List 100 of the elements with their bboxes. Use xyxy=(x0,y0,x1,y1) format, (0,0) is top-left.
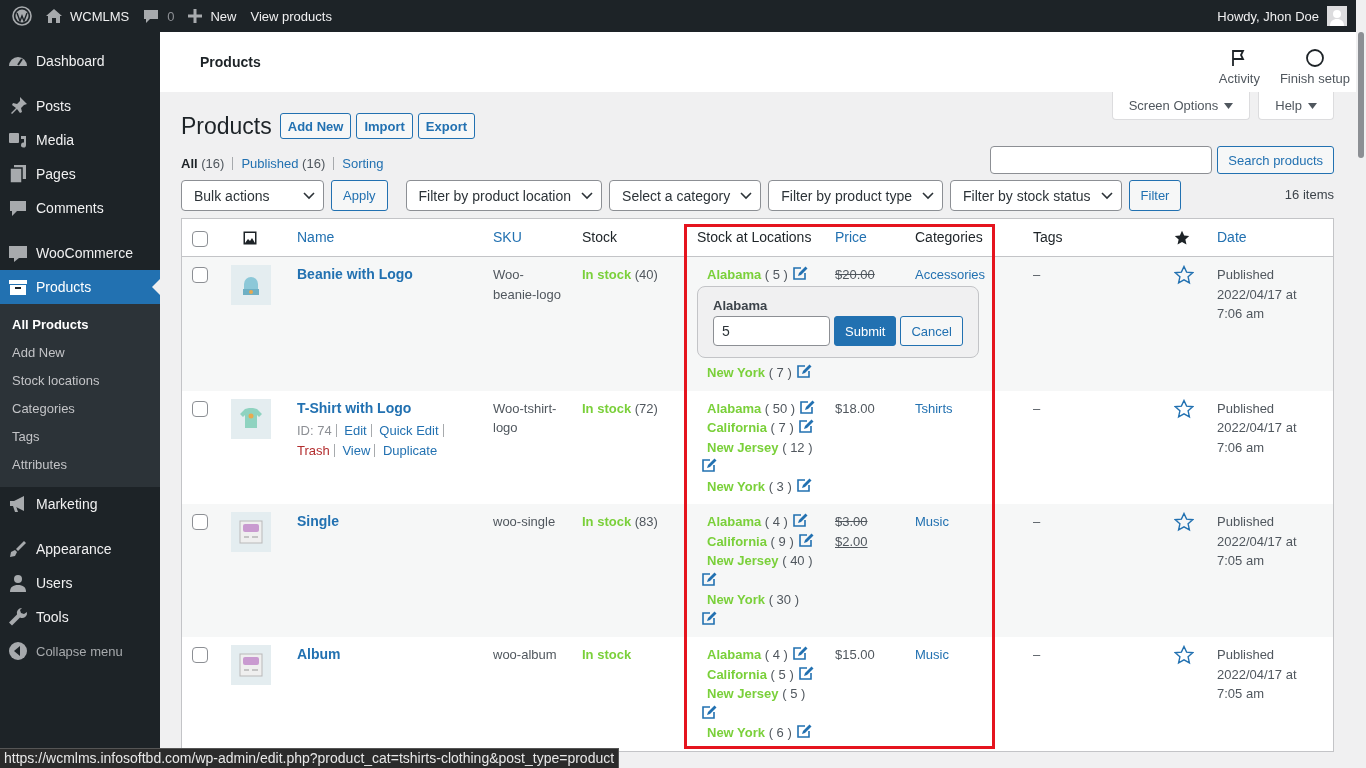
column-header[interactable]: Price xyxy=(835,227,867,248)
submenu-item[interactable]: Categories xyxy=(0,395,160,423)
status-filter-link[interactable]: Sorting xyxy=(342,156,384,171)
sidebar-item[interactable]: Media xyxy=(0,123,160,157)
checkbox[interactable] xyxy=(192,400,208,417)
scrollbar-thumb[interactable] xyxy=(1358,32,1364,158)
edit-icon[interactable] xyxy=(797,418,814,434)
site-name-link[interactable]: WCMLMS xyxy=(70,8,130,24)
filter-dropdown[interactable]: Filter by stock status xyxy=(949,180,1122,211)
sidebar-item[interactable]: Appearance xyxy=(0,532,160,566)
submenu-item[interactable]: All Products xyxy=(0,311,160,339)
edit-icon[interactable] xyxy=(791,645,808,661)
filter-dropdown[interactable]: Filter by product type xyxy=(768,180,943,211)
row-action-link[interactable]: View xyxy=(342,442,371,458)
stock-quantity-field[interactable]: 5 xyxy=(713,316,830,346)
star-icon[interactable] xyxy=(1174,398,1194,419)
edit-icon[interactable] xyxy=(791,512,808,528)
edit-icon[interactable] xyxy=(701,457,717,473)
checkbox[interactable] xyxy=(192,647,208,663)
popup-button[interactable]: Submit xyxy=(834,316,897,346)
greeting-link[interactable]: Howdy, Jhon Doe xyxy=(1217,8,1319,24)
bulk-actions-dropdown[interactable]: Bulk actions xyxy=(181,180,324,211)
column-header[interactable]: Name xyxy=(297,227,335,248)
title-action-button[interactable]: Import xyxy=(356,113,413,139)
screen-tab[interactable]: Screen Options xyxy=(1111,92,1251,120)
edit-icon[interactable] xyxy=(791,265,808,281)
checkbox[interactable] xyxy=(192,230,208,247)
column-header[interactable]: Date xyxy=(1217,227,1247,248)
new-link[interactable]: New xyxy=(210,8,237,24)
stock-count: (40) xyxy=(634,267,658,282)
submenu-item[interactable]: Add New xyxy=(0,339,160,367)
publish-date: Published 2022/04/17 at 7:05 am xyxy=(1217,514,1297,568)
product-name-link[interactable]: Single xyxy=(297,513,339,529)
product-name-link[interactable]: Beanie with Logo xyxy=(297,266,413,282)
location-name: Alabama xyxy=(707,400,762,416)
title-action-button[interactable]: Add New xyxy=(279,113,352,139)
edit-icon[interactable] xyxy=(795,363,812,379)
view-products-link[interactable]: View products xyxy=(250,8,332,24)
filter-dropdown[interactable]: Filter by product location xyxy=(405,180,603,211)
submenu-item[interactable]: Tags xyxy=(0,423,160,451)
sidebar-item[interactable]: Users xyxy=(0,566,160,600)
status-filter-link[interactable]: All (16) xyxy=(181,156,225,171)
caret-icon xyxy=(1224,102,1234,109)
title-action-button[interactable]: Export xyxy=(417,113,475,139)
submenu-item[interactable]: Stock locations xyxy=(0,367,160,395)
edit-icon[interactable] xyxy=(797,664,814,681)
column-header[interactable]: SKU xyxy=(493,227,522,248)
category-link[interactable]: Music xyxy=(915,514,949,529)
edit-icon[interactable] xyxy=(799,398,816,415)
sidebar-item[interactable]: Marketing xyxy=(0,487,160,521)
logo-icon[interactable] xyxy=(12,6,32,26)
checkbox[interactable] xyxy=(192,267,208,283)
header-action[interactable]: Finish setup xyxy=(1279,38,1350,86)
row-action-link[interactable]: Trash xyxy=(297,442,330,458)
filter-dropdown[interactable]: Select a category xyxy=(609,180,762,211)
apply-button[interactable]: Apply xyxy=(331,180,388,211)
sidebar-item[interactable]: Posts xyxy=(0,89,160,123)
edit-icon[interactable] xyxy=(701,609,717,626)
checkbox[interactable] xyxy=(192,514,208,530)
screen-tab[interactable]: Help xyxy=(1258,92,1334,120)
popup-button[interactable]: Cancel xyxy=(900,316,963,346)
category-link[interactable]: Accessories xyxy=(915,267,986,282)
search-field[interactable] xyxy=(990,146,1213,174)
submenu-item[interactable]: Attributes xyxy=(0,451,160,479)
sidebar-item[interactable]: WooCommerce xyxy=(0,236,160,270)
chevron-icon xyxy=(581,191,594,200)
edit-icon[interactable] xyxy=(701,703,717,720)
location-count: ( 12 ) xyxy=(782,439,813,455)
category-link[interactable]: Tshirts xyxy=(915,400,953,416)
status-filter-link[interactable]: Published (16) xyxy=(241,156,326,171)
location-name: Alabama xyxy=(707,647,762,662)
sidebar-item[interactable]: Tools xyxy=(0,600,160,634)
edit-icon[interactable] xyxy=(797,531,814,548)
location-name: New York xyxy=(707,725,766,740)
comment-count[interactable]: 0 xyxy=(167,8,175,24)
filter-button[interactable]: Filter xyxy=(1128,180,1182,211)
sidebar-item[interactable]: Pages xyxy=(0,157,160,191)
sidebar-item[interactable]: Comments xyxy=(0,191,160,225)
edit-icon[interactable] xyxy=(795,476,812,493)
product-price: $18.00 xyxy=(835,399,876,418)
row-action-link[interactable]: Quick Edit xyxy=(379,423,439,438)
edit-icon[interactable] xyxy=(701,570,717,587)
sidebar-item[interactable]: Products xyxy=(0,270,160,304)
sidebar-item[interactable]: Dashboard xyxy=(0,44,160,78)
search-button[interactable]: Search products xyxy=(1217,146,1334,174)
location-count: ( 6 ) xyxy=(768,725,792,740)
row-action-link[interactable]: Duplicate xyxy=(382,442,438,458)
row-action-link[interactable]: Edit xyxy=(344,423,367,438)
edit-icon[interactable] xyxy=(795,723,812,739)
star-icon[interactable] xyxy=(1174,645,1194,665)
product-name-link[interactable]: T-Shirt with Logo xyxy=(297,399,412,416)
location-count: ( 3 ) xyxy=(768,478,792,494)
star-icon[interactable] xyxy=(1174,512,1194,532)
header-action[interactable]: Activity xyxy=(1218,38,1260,86)
item-count: 16 items xyxy=(1283,186,1334,202)
product-name-link[interactable]: Album xyxy=(297,646,341,662)
collapse-menu-button[interactable]: Collapse menu xyxy=(0,634,160,668)
star-icon[interactable] xyxy=(1174,265,1194,285)
product-price: $2.00 xyxy=(835,532,869,551)
category-link[interactable]: Music xyxy=(915,647,949,662)
